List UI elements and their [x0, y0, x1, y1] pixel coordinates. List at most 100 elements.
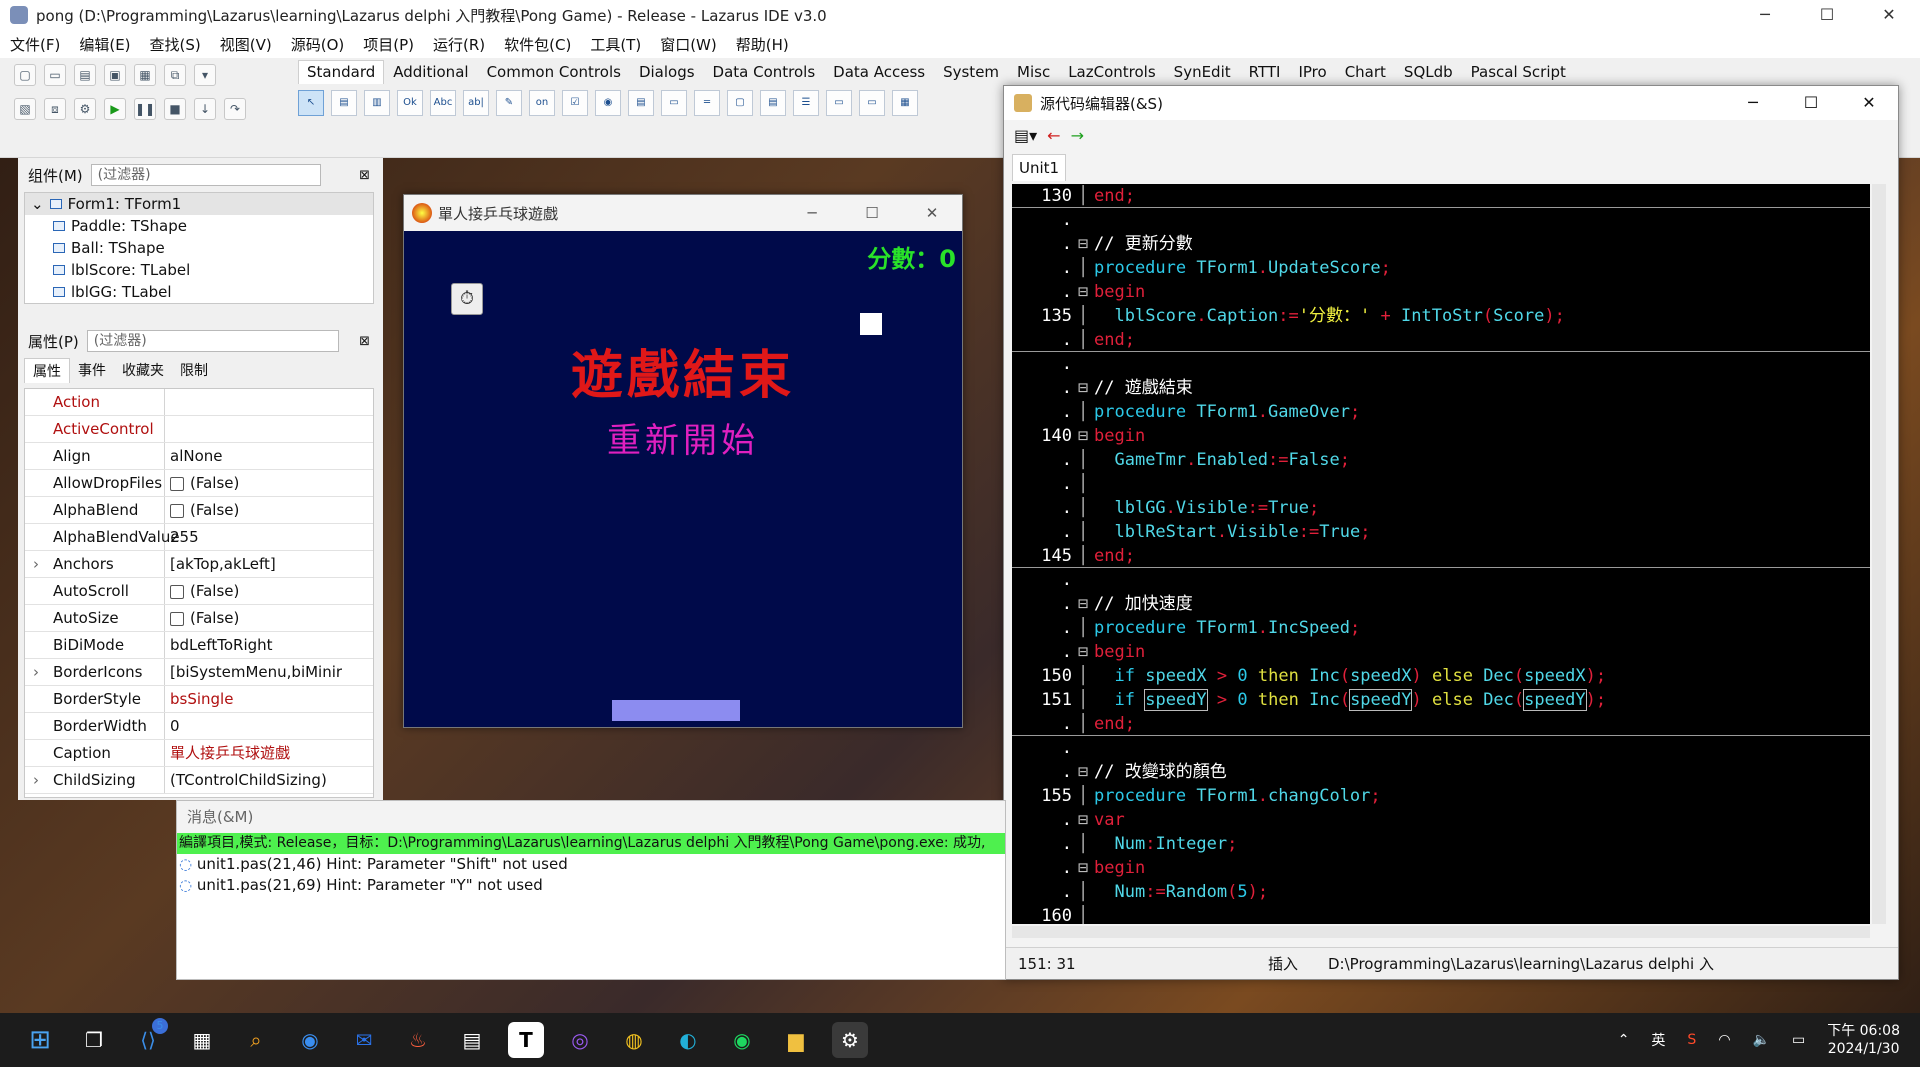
search-icon[interactable]: ⌕ [238, 1022, 274, 1058]
step-into-icon[interactable]: ↓ [194, 98, 216, 120]
build-mode-icon[interactable]: ⚙ [74, 98, 96, 120]
code-line[interactable]: . ⊟ begin [1012, 856, 1870, 880]
clear-filter-icon[interactable]: ⊠ [359, 168, 370, 183]
lazarus-taskbar-icon[interactable]: ⚙ [832, 1022, 868, 1058]
maximize-button[interactable]: ☐ [842, 195, 902, 231]
code-line[interactable]: . ⊟// 加快速度 [1012, 592, 1870, 616]
horizontal-scrollbar[interactable] [1012, 926, 1870, 938]
palette-tab[interactable]: System [934, 60, 1008, 84]
code-line[interactable]: . │ Num:=Random(5); [1012, 880, 1870, 904]
code-line[interactable]: . │ [1012, 472, 1870, 496]
code-line[interactable]: . [1012, 208, 1870, 232]
property-value[interactable]: bsSingle [170, 690, 233, 708]
palette-tmemo-icon[interactable]: ✎ [496, 90, 522, 116]
code-line[interactable]: . │ lblReStart.Visible:=True; [1012, 520, 1870, 544]
tree-node[interactable]: Paddle: TShape [25, 215, 373, 237]
property-row[interactable]: ActiveControl [25, 416, 373, 443]
palette-tframe-icon[interactable]: ▭ [859, 90, 885, 116]
property-row[interactable]: BorderStyle bsSingle [25, 686, 373, 713]
close-button[interactable]: ✕ [902, 195, 962, 231]
palette-tab[interactable]: RTTI [1240, 60, 1290, 84]
jump-history-icon[interactable]: ▤▾ [1014, 126, 1037, 145]
property-row[interactable]: › BorderIcons [biSystemMenu,biMinir [25, 659, 373, 686]
palette-tcombobox-icon[interactable]: ▭ [661, 90, 687, 116]
close-button[interactable]: ✕ [1858, 0, 1920, 30]
menu-item[interactable]: 运行(R) [433, 34, 485, 55]
code-line[interactable]: . │ procedure TForm1.IncSpeed; [1012, 616, 1870, 640]
windows-start-icon[interactable]: ⊞ [22, 1022, 58, 1058]
menu-item[interactable]: 窗口(W) [660, 34, 717, 55]
palette-tradiobutton-icon[interactable]: ◉ [595, 90, 621, 116]
menu-item[interactable]: 帮助(H) [736, 34, 789, 55]
property-row[interactable]: Align alNone [25, 443, 373, 470]
property-value[interactable]: (False) [190, 582, 239, 600]
clock[interactable]: 下午 06:08 2024/1/30 [1827, 1022, 1900, 1058]
property-row[interactable]: AutoScroll (False) [25, 578, 373, 605]
code-line[interactable]: 140 ⊟ begin [1012, 424, 1870, 448]
code-line[interactable]: 145 │ end; [1012, 544, 1870, 568]
stop-icon[interactable]: ■ [164, 98, 186, 120]
tree-node[interactable]: lblGG: TLabel [25, 281, 373, 303]
view-units-icon[interactable]: ▾ [194, 64, 216, 86]
property-row[interactable]: Caption 單人接乒乓球遊戲 [25, 740, 373, 767]
palette-tab[interactable]: Data Controls [704, 60, 825, 84]
pause-icon[interactable]: ❚❚ [134, 98, 156, 120]
code-line[interactable]: . │ end; [1012, 712, 1870, 736]
back-arrow-icon[interactable]: ← [1047, 126, 1060, 145]
property-tab[interactable]: 限制 [172, 358, 216, 383]
save-icon[interactable]: ▣ [104, 64, 126, 86]
menu-item[interactable]: 源码(O) [291, 34, 345, 55]
code-line[interactable]: . [1012, 568, 1870, 592]
palette-tgroupbox-icon[interactable]: ▢ [727, 90, 753, 116]
code-line[interactable]: 130 │ end; [1012, 184, 1870, 208]
menu-item[interactable]: 软件包(C) [504, 34, 571, 55]
properties-filter[interactable]: (过滤器) [86, 330, 339, 352]
toggle-form-icon[interactable]: ⧉ [164, 64, 186, 86]
palette-tradiogroup-icon[interactable]: ▤ [760, 90, 786, 116]
palette-tab[interactable]: Common Controls [478, 60, 630, 84]
palette-tpanel-icon[interactable]: ▭ [826, 90, 852, 116]
tree-node[interactable]: ⌄ Form1: TForm1 [25, 193, 373, 215]
code-line[interactable]: . │ procedure TForm1.UpdateScore; [1012, 256, 1870, 280]
forward-arrow-icon[interactable]: → [1071, 126, 1084, 145]
palette-tab[interactable]: Misc [1008, 60, 1059, 84]
palette-tab[interactable]: Dialogs [630, 60, 704, 84]
property-row[interactable]: › Anchors [akTop,akLeft] [25, 551, 373, 578]
code-line[interactable]: 151 │ if speedY > 0 then Inc(speedY) else… [1012, 688, 1870, 712]
property-value[interactable]: [biSystemMenu,biMinir [170, 663, 342, 681]
palette-tab[interactable]: Data Access [824, 60, 934, 84]
property-value[interactable]: bdLeftToRight [170, 636, 273, 654]
property-value[interactable]: 單人接乒乓球遊戲 [170, 744, 290, 762]
code-line[interactable]: . ⊟// 遊戲結束 [1012, 376, 1870, 400]
property-row[interactable]: AlphaBlend (False) [25, 497, 373, 524]
code-line[interactable]: . ⊟// 更新分數 [1012, 232, 1870, 256]
menu-item[interactable]: 项目(P) [363, 34, 414, 55]
palette-tmainmenu-icon[interactable]: ▤ [331, 90, 357, 116]
battery-icon[interactable]: ▭ [1792, 1032, 1805, 1048]
property-row[interactable]: BiDiMode bdLeftToRight [25, 632, 373, 659]
checkbox[interactable] [170, 611, 184, 626]
restart-label[interactable]: 重新開始 [404, 413, 962, 462]
edge-icon[interactable]: ◐ [670, 1022, 706, 1058]
task-view-icon[interactable]: ❐ [76, 1022, 112, 1058]
palette-tab[interactable]: SQLdb [1395, 60, 1462, 84]
view-forms-icon[interactable]: ▧ [14, 98, 36, 120]
tree-node[interactable]: Ball: TShape [25, 237, 373, 259]
code-area[interactable]: 130 │ end; . . ⊟// 更新分數 . │ procedure TForm1.… [1012, 184, 1870, 924]
volume-icon[interactable]: 🔈 [1753, 1032, 1770, 1048]
minimize-button[interactable]: ─ [1724, 86, 1782, 120]
remote-desktop-icon[interactable]: ▦ [184, 1022, 220, 1058]
property-row[interactable]: BorderWidth 0 [25, 713, 373, 740]
open-icon[interactable]: ▤ [74, 64, 96, 86]
save-all-icon[interactable]: ▦ [134, 64, 156, 86]
code-line[interactable]: . [1012, 736, 1870, 760]
code-line[interactable]: . │ procedure TForm1.GameOver; [1012, 400, 1870, 424]
property-tab[interactable]: 事件 [70, 358, 114, 383]
new-form-icon[interactable]: ▭ [44, 64, 66, 86]
code-line[interactable]: . ⊟// 改變球的顏色 [1012, 760, 1870, 784]
menu-item[interactable]: 文件(F) [10, 34, 60, 55]
palette-tab[interactable]: Chart [1336, 60, 1395, 84]
file-explorer-icon[interactable]: ▆ [778, 1022, 814, 1058]
code-line[interactable]: 155 │ procedure TForm1.changColor; [1012, 784, 1870, 808]
run-icon[interactable]: ▶ [104, 98, 126, 120]
